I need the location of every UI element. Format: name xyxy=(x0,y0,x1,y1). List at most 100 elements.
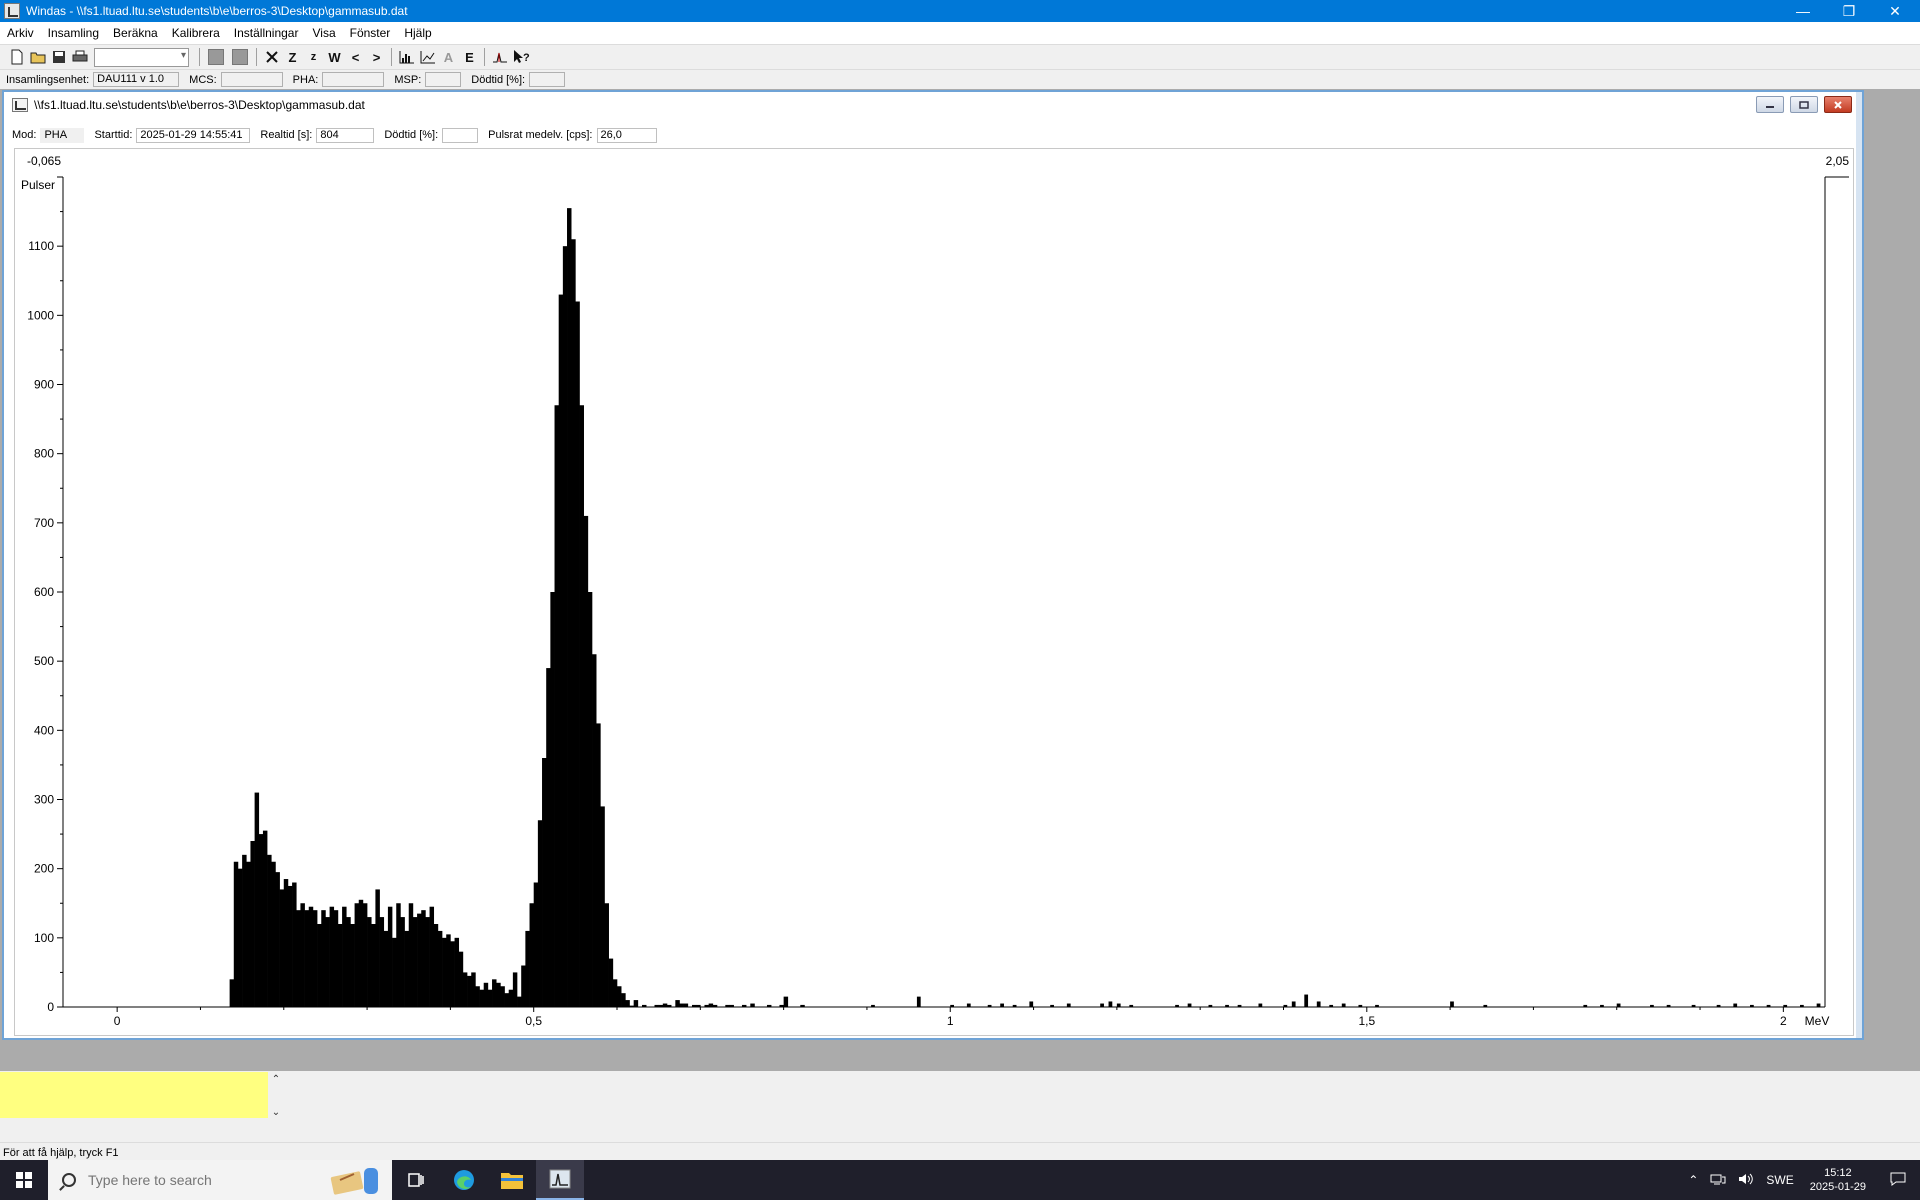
pha-value xyxy=(322,72,385,87)
menu-fonster[interactable]: Fönster xyxy=(343,26,398,40)
child-minimize-button[interactable] xyxy=(1756,96,1784,113)
spectrum-info-bar: Mod: PHA Starttid: 2025-01-29 14:55:41 R… xyxy=(12,126,667,144)
histogram-bar xyxy=(600,806,605,1007)
w-button[interactable]: W xyxy=(324,47,345,67)
histogram-bar xyxy=(871,1004,875,1007)
document-icon[interactable] xyxy=(12,98,28,112)
histogram-bar xyxy=(346,917,351,1007)
menu-arkiv[interactable]: Arkiv xyxy=(0,26,41,40)
app-icon[interactable] xyxy=(4,3,20,19)
notifications-icon[interactable] xyxy=(1876,1172,1920,1189)
zoom-small-button[interactable]: z xyxy=(303,47,324,67)
e-button[interactable]: E xyxy=(459,47,480,67)
start-button[interactable] xyxy=(0,1160,48,1200)
histogram-bar xyxy=(304,910,310,1007)
menu-installningar[interactable]: Inställningar xyxy=(227,26,306,40)
search-icon xyxy=(62,1173,76,1187)
histogram-bar xyxy=(300,903,305,1007)
minimize-button[interactable]: — xyxy=(1780,0,1826,22)
context-help-button[interactable]: ? xyxy=(510,47,531,67)
toolbar-separator xyxy=(484,48,485,66)
next-button[interactable]: > xyxy=(366,47,387,67)
histogram-bar xyxy=(779,1004,784,1007)
bar-chart-button[interactable] xyxy=(396,47,417,67)
histogram-bar xyxy=(950,1004,954,1007)
histogram-bar xyxy=(1175,1004,1179,1007)
histogram-bar xyxy=(504,993,510,1007)
menu-berakna[interactable]: Beräkna xyxy=(106,26,165,40)
histogram-bar xyxy=(408,903,414,1007)
volume-icon[interactable] xyxy=(1732,1172,1760,1189)
x-left-readout: -0,065 xyxy=(27,154,61,168)
y-tick-label: 1100 xyxy=(28,239,54,253)
clear-button[interactable] xyxy=(261,47,282,67)
histogram-bar xyxy=(558,294,564,1007)
histogram-bar xyxy=(546,668,551,1007)
spectrum-window-titlebar: \\fs1.ltuad.ltu.se\students\b\e\berros-3… xyxy=(4,92,1862,118)
histogram-bar xyxy=(621,993,626,1007)
histogram-bar xyxy=(237,868,243,1007)
histogram-bar xyxy=(612,979,618,1007)
histogram-bar xyxy=(712,1004,718,1007)
start-collect-button[interactable] xyxy=(208,49,224,65)
histogram-bar xyxy=(625,1000,630,1007)
histogram-bar xyxy=(387,906,393,1007)
menu-hjalp[interactable]: Hjälp xyxy=(397,26,438,40)
language-indicator[interactable]: SWE xyxy=(1760,1173,1799,1187)
task-view-button[interactable] xyxy=(392,1160,440,1200)
prev-button[interactable]: < xyxy=(345,47,366,67)
taskbar-search[interactable] xyxy=(48,1160,392,1200)
a-button[interactable]: A xyxy=(438,47,459,67)
edge-icon xyxy=(454,1170,474,1190)
windas-icon xyxy=(549,1169,571,1189)
histogram-bar xyxy=(1108,1001,1113,1007)
histogram-bar xyxy=(342,906,347,1007)
svg-text:?: ? xyxy=(523,52,530,64)
clock[interactable]: 15:12 2025-01-29 xyxy=(1800,1166,1876,1194)
histogram-bar xyxy=(417,913,422,1008)
print-button[interactable] xyxy=(69,47,90,67)
child-close-button[interactable] xyxy=(1824,96,1852,113)
mcs-value xyxy=(220,72,283,87)
maximize-icon xyxy=(1799,100,1809,109)
spectrum-chart[interactable]: 0 100 200 300 400 500 600 700 800 900 1000 1100 0 0,5… xyxy=(15,149,1855,1037)
system-tray: ⌃ SWE 15:12 2025-01-29 xyxy=(1682,1160,1920,1200)
histogram-bar xyxy=(1291,1001,1296,1007)
message-box[interactable] xyxy=(0,1072,268,1118)
menu-insamling[interactable]: Insamling xyxy=(41,26,106,40)
spectrum-window: \\fs1.ltuad.ltu.se\students\b\e\berros-3… xyxy=(2,90,1864,1040)
stop-collect-button[interactable] xyxy=(232,49,248,65)
restore-button[interactable]: ❐ xyxy=(1826,0,1872,22)
search-input[interactable] xyxy=(88,1172,308,1188)
histogram-bar xyxy=(350,924,355,1007)
histogram-bar xyxy=(662,1003,668,1007)
menu-visa[interactable]: Visa xyxy=(305,26,342,40)
toolbar-combo[interactable] xyxy=(94,47,189,67)
histogram-bar xyxy=(987,1004,992,1007)
save-button[interactable] xyxy=(48,47,69,67)
histogram-bar xyxy=(783,996,789,1008)
dead-time-value xyxy=(529,72,566,87)
line-chart-button[interactable] xyxy=(417,47,438,67)
message-scroll[interactable]: ⌃ ⌄ xyxy=(270,1074,282,1118)
close-button[interactable]: ✕ xyxy=(1872,0,1918,22)
spectrum-plot[interactable]: 0 100 200 300 400 500 600 700 800 900 1000 1100 0 0,5… xyxy=(14,148,1854,1036)
acquisition-status: Insamlingsenhet: DAU111 v 1.0 MCS: PHA: … xyxy=(0,70,1920,89)
menu-kalibrera[interactable]: Kalibrera xyxy=(165,26,227,40)
scroll-up-icon[interactable]: ⌃ xyxy=(272,1074,280,1085)
histogram-bar xyxy=(1750,1004,1754,1007)
scroll-down-icon[interactable]: ⌄ xyxy=(272,1107,280,1118)
zoom-big-button[interactable]: Z xyxy=(282,47,303,67)
peak-button[interactable] xyxy=(489,47,510,67)
histogram-bar xyxy=(1029,1001,1034,1007)
windas-app-button[interactable] xyxy=(536,1160,584,1200)
edge-app-button[interactable] xyxy=(440,1160,488,1200)
file-explorer-button[interactable] xyxy=(488,1160,536,1200)
tray-overflow-icon[interactable]: ⌃ xyxy=(1682,1173,1704,1187)
new-file-button[interactable] xyxy=(6,47,27,67)
mcs-label: MCS: xyxy=(189,73,217,86)
new-file-icon xyxy=(11,49,22,65)
child-maximize-button[interactable] xyxy=(1790,96,1818,113)
open-file-button[interactable] xyxy=(27,47,48,67)
network-icon[interactable] xyxy=(1704,1172,1732,1189)
